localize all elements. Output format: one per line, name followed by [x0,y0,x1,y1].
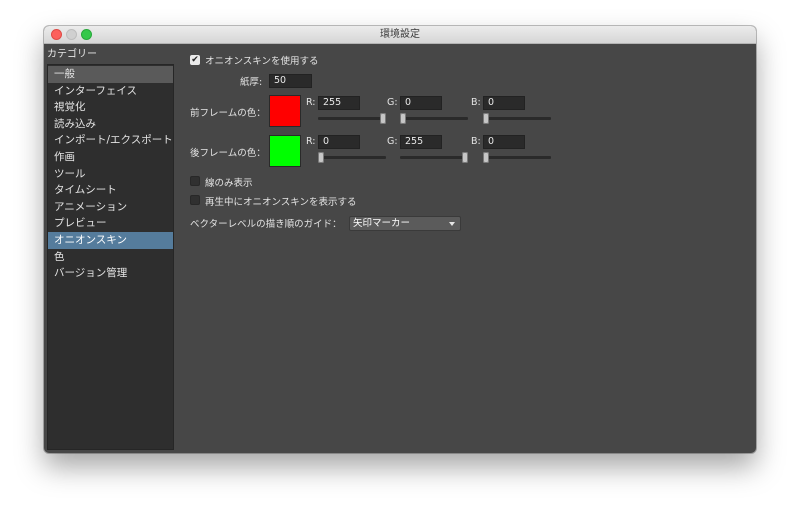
front-r-slider-track[interactable] [318,117,386,120]
category-item-onion-skin[interactable]: オニオンスキン [48,231,173,249]
back-b-label: B: [471,136,481,147]
back-r-slider-track[interactable] [318,156,386,159]
category-item-import-export[interactable]: インポート/エクスポート [48,132,173,149]
back-g-input[interactable]: 255 [400,135,442,149]
category-item-interface[interactable]: インターフェイス [48,83,173,100]
title-bar: 環境設定 [44,26,756,44]
front-b-slider-thumb[interactable] [483,113,489,124]
use-onion-skin-checkbox[interactable]: ✔ [190,55,200,65]
front-frame-color-label: 前フレームの色： [190,108,266,119]
front-r-input[interactable]: 255 [318,96,360,110]
vector-guide-label: ベクターレベルの描き順のガイド： [190,219,342,230]
category-item-preview[interactable]: プレビュー [48,215,173,232]
category-item-animation[interactable]: アニメーション [48,199,173,216]
front-g-slider-track[interactable] [400,117,468,120]
window-title: 環境設定 [380,29,420,40]
vector-guide-dropdown[interactable]: 矢印マーカー [349,216,461,231]
lines-only-checkbox[interactable] [190,176,200,186]
lines-only-label: 線のみ表示 [205,178,253,189]
front-b-label: B: [471,97,481,108]
back-frame-color-swatch[interactable] [269,135,301,167]
preferences-window: 環境設定 カテゴリー 一般 インターフェイス 視覚化 読み込み インポート/エク… [44,26,756,453]
category-item-version-control[interactable]: バージョン管理 [48,265,173,282]
category-list: 一般 インターフェイス 視覚化 読み込み インポート/エクスポート 作画 ツール… [47,64,174,450]
front-b-input[interactable]: 0 [483,96,525,110]
back-frame-color-label: 後フレームの色： [190,148,266,159]
category-item-general[interactable]: 一般 [48,66,173,83]
category-header: カテゴリー [47,49,97,60]
back-r-slider-thumb[interactable] [318,152,324,163]
vector-guide-value: 矢印マーカー [353,218,411,229]
front-r-label: R: [306,97,316,108]
back-b-slider-track[interactable] [483,156,551,159]
show-during-playback-label: 再生中にオニオンスキンを表示する [205,197,357,208]
front-b-slider-track[interactable] [483,117,551,120]
paper-thickness-input[interactable]: 50 [269,74,312,88]
category-item-tools[interactable]: ツール [48,166,173,183]
category-item-xsheet[interactable]: タイムシート [48,182,173,199]
category-item-loading[interactable]: 読み込み [48,116,173,133]
back-b-slider-thumb[interactable] [483,152,489,163]
front-g-label: G: [387,97,398,108]
category-item-drawing[interactable]: 作画 [48,149,173,166]
front-g-input[interactable]: 0 [400,96,442,110]
paper-thickness-label: 紙厚: [240,77,263,88]
front-frame-color-swatch[interactable] [269,95,301,127]
chevron-down-icon [449,222,455,226]
category-item-visualization[interactable]: 視覚化 [48,99,173,116]
back-b-input[interactable]: 0 [483,135,525,149]
back-g-label: G: [387,136,398,147]
back-g-slider-thumb[interactable] [462,152,468,163]
category-item-colors[interactable]: 色 [48,249,173,266]
front-r-slider-thumb[interactable] [380,113,386,124]
back-g-slider-track[interactable] [400,156,468,159]
back-r-input[interactable]: 0 [318,135,360,149]
front-g-slider-thumb[interactable] [400,113,406,124]
use-onion-skin-label: オニオンスキンを使用する [205,56,319,67]
show-during-playback-checkbox[interactable] [190,195,200,205]
back-r-label: R: [306,136,316,147]
